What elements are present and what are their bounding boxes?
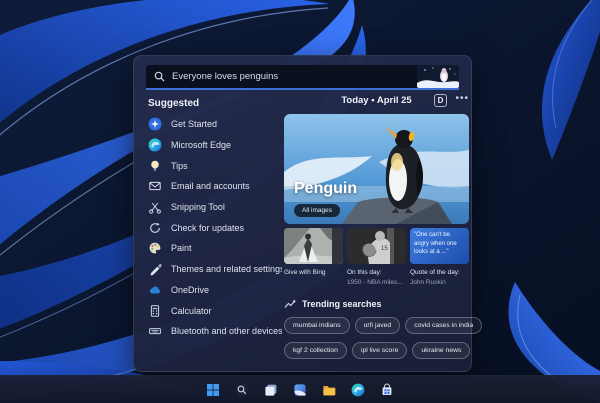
bluetooth-devices-icon: [148, 324, 162, 338]
svg-text:15: 15: [381, 246, 388, 252]
suggested-item-label: Tips: [171, 160, 188, 171]
edge-button[interactable]: [347, 379, 369, 401]
penguin-night-illustration: [417, 65, 459, 88]
on-this-day-photo: 15: [347, 228, 406, 264]
search-panel: Everyone loves penguins Suggested Get St…: [133, 55, 483, 372]
task-view-button[interactable]: [260, 379, 282, 401]
search-input[interactable]: Everyone loves penguins: [146, 65, 459, 90]
suggested-item-get-started[interactable]: Get Started: [148, 114, 282, 135]
daily-header: Today • April 25 D •••: [284, 93, 469, 110]
suggested-heading: Suggested: [148, 98, 200, 109]
trending-chip[interactable]: ukraine news: [412, 341, 471, 359]
quote-text-block: "One can't be angry when one looks at a …: [410, 228, 469, 264]
give-with-bing-photo: [284, 228, 343, 264]
quote-line: looks at a ...": [414, 249, 449, 256]
tips-icon: [148, 159, 162, 173]
desktop: Everyone loves penguins Suggested Get St…: [0, 0, 600, 403]
card-caption: Give with Bing: [284, 269, 326, 276]
suggested-item-label: Snipping Tool: [171, 202, 225, 213]
suggested-item-label: Check for updates: [171, 222, 245, 233]
trending-chip-row-1: mumbai indians urfi javed covid cases in…: [284, 316, 483, 334]
trending-icon: [284, 300, 296, 308]
quote-line: angry when one: [414, 240, 457, 247]
taskbar-search-button[interactable]: [231, 379, 253, 401]
hero-title: Penguin: [294, 180, 358, 197]
suggested-item-label: Themes and related settings: [171, 264, 282, 275]
daily-cards-row: Give with Bing 15 On this day: 1950 - NB…: [284, 228, 469, 287]
store-icon: [382, 383, 392, 395]
update-icon: [148, 221, 162, 235]
suggested-item-bluetooth-devices[interactable]: Bluetooth and other devices sett...: [148, 321, 282, 342]
card-on-this-day[interactable]: 15 On this day: 1950 - NBA miles...: [347, 228, 406, 287]
quote-line: "One can't be: [414, 232, 450, 238]
trending-chip[interactable]: urfi javed: [354, 316, 401, 334]
edge-icon: [351, 383, 365, 396]
paint-icon: [148, 241, 162, 255]
search-icon: [154, 71, 165, 82]
calculator-icon: [148, 304, 162, 318]
hero-image-card[interactable]: Penguin All images: [284, 114, 469, 224]
suggested-item-onedrive[interactable]: OneDrive: [148, 280, 282, 301]
today-date-label: Today • April 25: [341, 95, 412, 106]
file-explorer-button[interactable]: [318, 379, 340, 401]
email-icon: [148, 179, 162, 193]
trending-chip[interactable]: kgf 2 collection: [284, 341, 347, 359]
suggested-item-label: Get Started: [171, 119, 218, 130]
d-badge-button[interactable]: D: [434, 94, 447, 107]
suggested-item-paint[interactable]: Paint: [148, 238, 282, 259]
suggested-item-microsoft-edge[interactable]: Microsoft Edge: [148, 135, 282, 156]
card-subcaption: 1950 - NBA miles...: [347, 278, 403, 286]
more-options-button[interactable]: •••: [455, 93, 469, 104]
file-explorer-icon: [323, 385, 336, 395]
trending-searches-header: Trending searches: [284, 299, 469, 309]
windows-icon: [207, 383, 219, 396]
widgets-button[interactable]: [289, 379, 311, 401]
card-caption: Quote of the day:: [410, 269, 460, 276]
all-images-button[interactable]: All images: [294, 204, 340, 217]
card-subcaption: John Ruskin: [410, 278, 446, 286]
trending-chip[interactable]: ipl live score: [351, 341, 408, 359]
search-query-text[interactable]: Everyone loves penguins: [172, 71, 417, 82]
edge-icon: [148, 138, 162, 152]
suggested-item-check-updates[interactable]: Check for updates: [148, 217, 282, 238]
suggested-item-calculator[interactable]: Calculator: [148, 300, 282, 321]
suggested-item-label: Bluetooth and other devices sett...: [171, 326, 282, 337]
store-button[interactable]: [376, 379, 398, 401]
taskbar: [0, 375, 600, 403]
suggested-item-label: Email and accounts: [171, 181, 250, 192]
card-quote-of-the-day[interactable]: "One can't be angry when one looks at a …: [410, 228, 469, 287]
snipping-tool-icon: [148, 200, 162, 214]
themes-icon: [148, 262, 162, 276]
suggested-item-label: Paint: [171, 243, 192, 254]
suggested-item-email-accounts[interactable]: Email and accounts: [148, 176, 282, 197]
trending-chip-row-2: kgf 2 collection ipl live score ukraine …: [284, 341, 471, 359]
task-view-icon: [265, 384, 277, 396]
trending-chip[interactable]: mumbai indians: [284, 316, 350, 334]
suggested-item-label: OneDrive: [171, 284, 210, 295]
suggested-item-snipping-tool[interactable]: Snipping Tool: [148, 197, 282, 218]
trending-searches-title: Trending searches: [302, 298, 382, 309]
suggested-item-themes[interactable]: Themes and related settings: [148, 259, 282, 280]
start-button[interactable]: [202, 379, 224, 401]
widgets-icon: [294, 383, 306, 396]
search-icon: [235, 382, 249, 397]
onedrive-icon: [148, 283, 162, 297]
trending-chip[interactable]: covid cases in india: [405, 316, 483, 334]
suggested-list: Get Started Microsoft Edge Tips Email an…: [148, 114, 282, 342]
card-caption: On this day:: [347, 269, 382, 276]
suggested-item-tips[interactable]: Tips: [148, 155, 282, 176]
suggested-item-label: Calculator: [171, 305, 212, 316]
card-give-with-bing[interactable]: Give with Bing: [284, 228, 343, 287]
get-started-icon: [148, 117, 162, 131]
daily-content-column: Today • April 25 D ••• Penguin All image…: [284, 93, 483, 359]
suggested-item-label: Microsoft Edge: [171, 140, 232, 151]
